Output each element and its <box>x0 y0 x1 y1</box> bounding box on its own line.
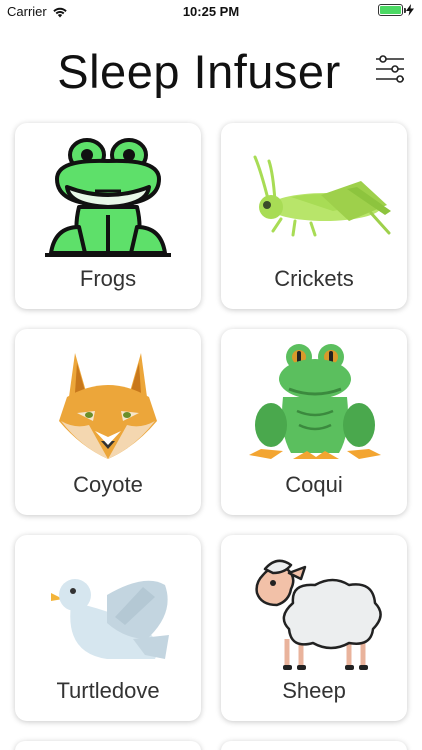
sound-card-coqui[interactable]: Coqui <box>221 329 407 515</box>
sound-card-sheep[interactable]: Sheep <box>221 535 407 721</box>
charging-bolt-icon <box>406 4 414 16</box>
sound-card-label: Coyote <box>73 472 143 497</box>
sheep-icon <box>255 559 382 670</box>
sound-card-turtledove[interactable]: Turtledove <box>15 535 201 721</box>
sound-card-coyote[interactable]: Coyote <box>15 329 201 515</box>
status-time: 10:25 PM <box>182 4 240 19</box>
sound-card-next-row-left[interactable] <box>15 741 201 750</box>
coqui-frog-icon <box>249 344 381 459</box>
frog-cartoon-icon <box>45 138 171 257</box>
sound-card-label: Coqui <box>285 472 343 497</box>
sound-card-next-row-right[interactable] <box>221 741 407 750</box>
sound-card-frogs[interactable]: Frogs <box>15 123 201 309</box>
coyote-icon <box>59 353 157 459</box>
status-bar: Carrier 10:25 PM <box>0 0 422 22</box>
app-title: Sleep Infuser <box>57 45 341 98</box>
battery-fill <box>380 6 401 14</box>
filter-settings-button[interactable] <box>373 52 407 86</box>
battery-tip <box>404 8 406 13</box>
sound-card-label: Turtledove <box>56 678 160 703</box>
status-right <box>378 4 414 16</box>
battery-icon <box>378 4 406 16</box>
sound-card-label: Frogs <box>79 266 137 291</box>
cricket-icon <box>253 155 391 237</box>
dove-icon <box>51 579 169 659</box>
sound-card-label: Crickets <box>274 266 354 291</box>
sound-card-crickets[interactable]: Crickets <box>221 123 407 309</box>
sound-card-label: Sheep <box>282 678 346 703</box>
sliders-icon <box>376 55 404 83</box>
